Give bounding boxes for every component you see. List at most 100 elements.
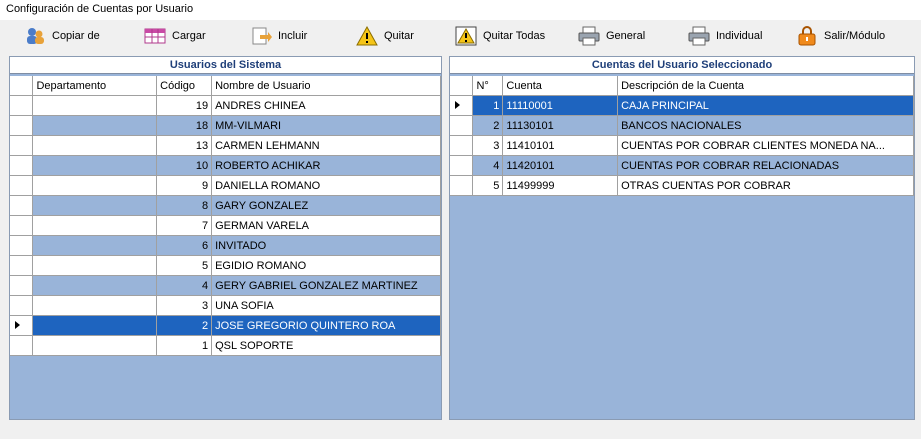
cargar-button[interactable]: Cargar [144,24,206,48]
account-cell-n[interactable]: 3 [472,135,504,156]
row-header[interactable] [10,195,34,216]
user-row[interactable]: 9 DANIELLA ROMANO [10,175,441,196]
col-departamento[interactable]: Departamento [32,76,158,96]
user-row[interactable]: 1 QSL SOPORTE [10,335,441,356]
row-header[interactable] [450,95,474,116]
individual-button[interactable]: Individual [688,24,762,48]
user-cell-dept[interactable] [32,295,158,316]
user-cell-code[interactable]: 2 [156,315,213,336]
account-cell-desc[interactable]: CUENTAS POR COBRAR CLIENTES MONEDA NA... [617,135,914,156]
account-cell-cuenta[interactable]: 11410101 [502,135,619,156]
user-cell-name[interactable]: UNA SOFIA [211,295,441,316]
user-cell-name[interactable]: JOSE GREGORIO QUINTERO ROA [211,315,441,336]
row-header[interactable] [10,275,34,296]
user-cell-name[interactable]: GARY GONZALEZ [211,195,441,216]
row-header[interactable] [10,295,34,316]
row-header[interactable] [10,175,34,196]
col-codigo[interactable]: Código [156,76,213,96]
col-cuenta[interactable]: Cuenta [502,76,619,96]
user-cell-name[interactable]: MM-VILMARI [211,115,441,136]
account-cell-n[interactable]: 2 [472,115,504,136]
row-header[interactable] [10,235,34,256]
account-row[interactable]: 5 11499999 OTRAS CUENTAS POR COBRAR [450,175,914,196]
row-header[interactable] [450,115,474,136]
row-header[interactable] [10,255,34,276]
quitar-button[interactable]: Quitar [356,24,414,48]
account-cell-desc[interactable]: CAJA PRINCIPAL [617,95,914,116]
row-header[interactable] [10,155,34,176]
account-cell-desc[interactable]: CUENTAS POR COBRAR RELACIONADAS [617,155,914,176]
user-cell-code[interactable]: 13 [156,135,213,156]
accounts-grid[interactable]: N° Cuenta Descripción de la Cuenta 1 1111… [450,76,914,196]
user-cell-code[interactable]: 6 [156,235,213,256]
account-row[interactable]: 4 11420101 CUENTAS POR COBRAR RELACIONADAS [450,155,914,176]
user-row[interactable]: 4 GERY GABRIEL GONZALEZ MARTINEZ [10,275,441,296]
general-button[interactable]: General [578,24,645,48]
user-row[interactable]: 7 GERMAN VARELA [10,215,441,236]
account-row[interactable]: 1 11110001 CAJA PRINCIPAL [450,95,914,116]
user-cell-dept[interactable] [32,175,158,196]
account-cell-n[interactable]: 5 [472,175,504,196]
user-cell-dept[interactable] [32,115,158,136]
user-cell-code[interactable]: 3 [156,295,213,316]
user-cell-dept[interactable] [32,235,158,256]
row-header[interactable] [10,335,34,356]
account-row[interactable]: 2 11130101 BANCOS NACIONALES [450,115,914,136]
account-cell-cuenta[interactable]: 11130101 [502,115,619,136]
user-cell-code[interactable]: 8 [156,195,213,216]
user-cell-dept[interactable] [32,315,158,336]
row-header[interactable] [10,315,34,336]
user-cell-code[interactable]: 18 [156,115,213,136]
salir-modulo-button[interactable]: Salir/Módulo [796,24,885,48]
user-row[interactable]: 10 ROBERTO ACHIKAR [10,155,441,176]
col-descripcion[interactable]: Descripción de la Cuenta [617,76,914,96]
user-cell-code[interactable]: 5 [156,255,213,276]
user-cell-code[interactable]: 7 [156,215,213,236]
user-cell-dept[interactable] [32,195,158,216]
user-row[interactable]: 18 MM-VILMARI [10,115,441,136]
user-cell-code[interactable]: 4 [156,275,213,296]
user-cell-name[interactable]: GERY GABRIEL GONZALEZ MARTINEZ [211,275,441,296]
user-cell-dept[interactable] [32,255,158,276]
user-row[interactable]: 5 EGIDIO ROMANO [10,255,441,276]
user-row[interactable]: 13 CARMEN LEHMANN [10,135,441,156]
user-cell-name[interactable]: DANIELLA ROMANO [211,175,441,196]
account-row[interactable]: 3 11410101 CUENTAS POR COBRAR CLIENTES MON… [450,135,914,156]
row-header[interactable] [10,135,34,156]
user-cell-dept[interactable] [32,335,158,356]
user-cell-dept[interactable] [32,215,158,236]
incluir-button[interactable]: Incluir [250,24,307,48]
col-nombre-usuario[interactable]: Nombre de Usuario [211,76,441,96]
user-cell-name[interactable]: QSL SOPORTE [211,335,441,356]
account-cell-n[interactable]: 4 [472,155,504,176]
user-cell-dept[interactable] [32,95,158,116]
col-numero[interactable]: N° [472,76,504,96]
user-cell-name[interactable]: EGIDIO ROMANO [211,255,441,276]
account-cell-cuenta[interactable]: 11110001 [502,95,619,116]
row-header[interactable] [10,115,34,136]
user-cell-code[interactable]: 1 [156,335,213,356]
user-row[interactable]: 19 ANDRES CHINEA [10,95,441,116]
account-cell-desc[interactable]: BANCOS NACIONALES [617,115,914,136]
row-header[interactable] [450,155,474,176]
account-cell-n[interactable]: 1 [472,95,504,116]
row-header[interactable] [10,215,34,236]
row-header[interactable] [450,135,474,156]
row-header[interactable] [10,95,34,116]
user-row[interactable]: 8 GARY GONZALEZ [10,195,441,216]
user-cell-name[interactable]: GERMAN VARELA [211,215,441,236]
account-cell-cuenta[interactable]: 11420101 [502,155,619,176]
user-cell-name[interactable]: CARMEN LEHMANN [211,135,441,156]
user-cell-code[interactable]: 19 [156,95,213,116]
user-cell-code[interactable]: 9 [156,175,213,196]
user-row[interactable]: 2 JOSE GREGORIO QUINTERO ROA [10,315,441,336]
row-header[interactable] [450,175,474,196]
user-cell-name[interactable]: ROBERTO ACHIKAR [211,155,441,176]
copiar-de-button[interactable]: Copiar de [24,24,100,48]
user-row[interactable]: 3 UNA SOFIA [10,295,441,316]
user-cell-name[interactable]: INVITADO [211,235,441,256]
users-grid[interactable]: Departamento Código Nombre de Usuario 19… [10,76,441,356]
account-cell-desc[interactable]: OTRAS CUENTAS POR COBRAR [617,175,914,196]
user-cell-name[interactable]: ANDRES CHINEA [211,95,441,116]
user-cell-dept[interactable] [32,135,158,156]
